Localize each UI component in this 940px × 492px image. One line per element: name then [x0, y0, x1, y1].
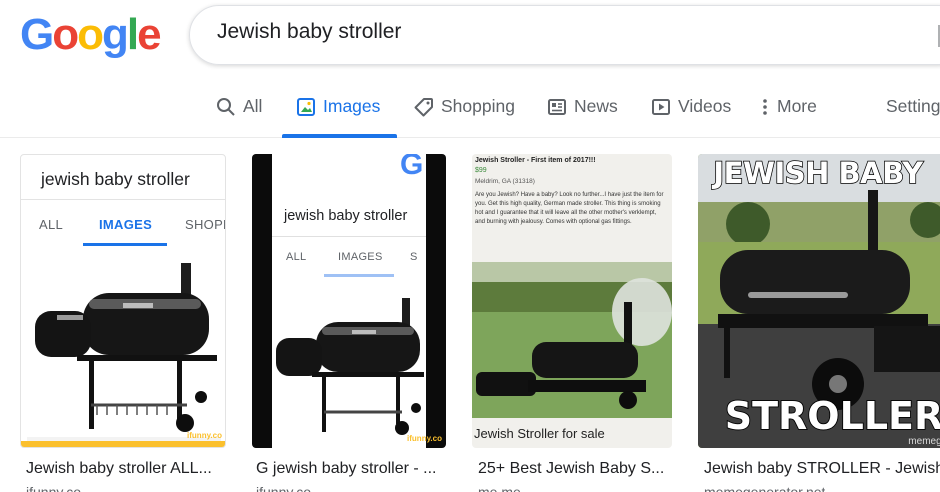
- logo-letter: o: [52, 10, 79, 59]
- result-source[interactable]: memegenerator.net: [704, 484, 825, 492]
- tab-images[interactable]: Images: [296, 96, 380, 117]
- search-box[interactable]: [189, 5, 940, 65]
- meme-top-text: JEWISH BABY: [713, 155, 924, 191]
- thumb-tab-underline: [83, 243, 167, 246]
- watermark: ifunny.co: [407, 434, 442, 443]
- listing-sale-label: Jewish Stroller for sale: [474, 426, 605, 441]
- thumb-tab-underline: [324, 274, 394, 277]
- search-input[interactable]: [217, 20, 897, 44]
- image-icon: [296, 97, 316, 117]
- thumb-query: jewish baby stroller: [284, 208, 408, 224]
- tab-all[interactable]: All: [216, 96, 262, 117]
- tab-shopping[interactable]: Shopping: [414, 96, 515, 117]
- result-title[interactable]: Jewish baby stroller ALL...: [26, 460, 226, 478]
- tab-label: More: [777, 96, 817, 116]
- logo-letter: o: [77, 10, 104, 59]
- thumb-tab: IMAGES: [338, 251, 383, 263]
- result-title[interactable]: Jewish baby STROLLER - Jewish: [704, 460, 940, 478]
- more-vert-icon: [760, 97, 770, 117]
- google-logo[interactable]: Google: [20, 10, 162, 60]
- result-title[interactable]: G jewish baby stroller - ...: [256, 460, 446, 478]
- watermark-bar: [21, 441, 225, 447]
- thumb-tab: ALL: [39, 217, 64, 232]
- smoker-grill-image: [27, 263, 221, 443]
- listing-location: Meldrim, GA (31318): [475, 178, 535, 185]
- thumb-tab: IMAGES: [99, 217, 153, 232]
- result-source[interactable]: me.me: [478, 484, 521, 492]
- result-title[interactable]: 25+ Best Jewish Baby S...: [478, 460, 672, 478]
- tab-videos[interactable]: Videos: [651, 96, 731, 117]
- result-thumbnail[interactable]: jewish baby stroller ALL IMAGES SHOPP: [20, 154, 226, 448]
- meme-bottom-text: STROLLER: [724, 393, 940, 439]
- smoker-photo-image: [472, 262, 672, 418]
- tab-label: News: [574, 96, 618, 116]
- active-tab-indicator: [282, 134, 397, 138]
- search-tabs: All Images Shopping News Videos More Set…: [0, 82, 940, 138]
- tab-more[interactable]: More: [760, 96, 817, 117]
- listing-title: Jewish Stroller - First item of 2017!!!: [475, 157, 596, 164]
- listing-description: Are you Jewish? Have a baby? Look no fur…: [475, 192, 664, 225]
- thumb-tab: SHOPP: [185, 217, 225, 232]
- divider: [21, 199, 225, 200]
- thumb-screenshot: G jewish baby stroller ALL IMAGES S: [272, 154, 426, 448]
- logo-letter: g: [102, 10, 129, 59]
- thumb-tab: S: [410, 251, 418, 263]
- tab-settings[interactable]: Setting: [886, 96, 940, 117]
- listing-price: $99: [475, 167, 487, 174]
- result-source[interactable]: ifunny.co: [256, 484, 311, 492]
- result-thumbnail[interactable]: JEWISH BABY STROLLER memegenerat: [698, 154, 940, 448]
- result-thumbnail[interactable]: G jewish baby stroller ALL IMAGES S ifun…: [252, 154, 446, 448]
- tab-news[interactable]: News: [547, 96, 618, 117]
- tag-icon: [414, 97, 434, 117]
- watermark: ifunny.co: [187, 431, 222, 440]
- smoker-grill-image: [276, 298, 424, 435]
- thumb-tab: ALL: [286, 251, 307, 263]
- play-icon: [651, 97, 671, 117]
- newspaper-icon: [547, 97, 567, 117]
- listing-photo: [472, 262, 672, 418]
- watermark: memegenerat: [908, 436, 940, 447]
- tab-label: Setting: [886, 96, 940, 116]
- result-source[interactable]: ifunny.co: [26, 484, 81, 492]
- search-icon: [216, 97, 236, 117]
- result-thumbnail[interactable]: Jewish Stroller - First item of 2017!!! …: [472, 154, 672, 448]
- logo-letter: l: [126, 10, 139, 59]
- logo-letter: e: [137, 10, 162, 59]
- divider: [272, 236, 426, 237]
- tab-label: Shopping: [441, 96, 515, 116]
- tab-label: All: [243, 96, 263, 116]
- image-results: jewish baby stroller ALL IMAGES SHOPP: [0, 154, 940, 492]
- tab-label: Videos: [678, 96, 732, 116]
- logo-letter: G: [20, 10, 54, 59]
- thumb-query: jewish baby stroller: [41, 169, 190, 189]
- thumb-google-letter: G: [400, 154, 424, 181]
- tab-label: Images: [323, 96, 381, 116]
